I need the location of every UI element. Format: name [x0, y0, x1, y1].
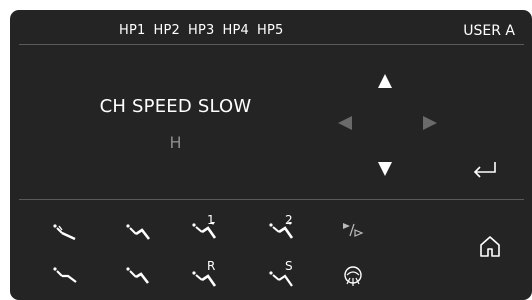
play-pause-button[interactable]: [341, 220, 365, 240]
mode-title: CH SPEED SLOW: [99, 96, 252, 117]
scaler-icon: [53, 267, 77, 283]
handpiece-button[interactable]: [125, 266, 153, 286]
curing-light-button[interactable]: [342, 266, 364, 288]
handpiece-icon: [126, 267, 150, 284]
home-icon: [480, 236, 500, 257]
micromotor-1-button[interactable]: 1: [191, 213, 219, 242]
tab-hp3[interactable]: HP3: [188, 23, 215, 38]
triangle-down-icon: [378, 162, 392, 176]
enter-button[interactable]: [472, 161, 498, 183]
mode-subtitle: H: [169, 133, 182, 152]
play-pause-icon: [343, 223, 364, 237]
triangle-left-icon: [338, 116, 352, 130]
turbine-button[interactable]: [125, 223, 153, 243]
micromotor-label: S: [285, 259, 293, 273]
tab-hp4[interactable]: HP4: [223, 23, 250, 38]
control-panel: HP1 HP2 HP3 HP4 HP5 USER A CH SPEED SLOW…: [10, 10, 532, 300]
micromotor-r-button[interactable]: R: [191, 259, 219, 290]
user-selector[interactable]: USER A: [463, 23, 515, 39]
arrow-up-button[interactable]: [377, 73, 393, 89]
triangle-up-icon: [378, 74, 392, 88]
middle-divider: [19, 199, 524, 200]
arrow-right-button[interactable]: [422, 115, 438, 131]
micromotor-2-button[interactable]: 2: [268, 213, 296, 242]
enter-return-icon: [473, 162, 496, 178]
micromotor-label: 1: [207, 213, 215, 227]
tab-hp2[interactable]: HP2: [154, 23, 181, 38]
triangle-right-icon: [423, 116, 437, 130]
syringe-icon: [53, 224, 76, 241]
micromotor-label: 2: [285, 213, 293, 227]
arrow-down-button[interactable]: [377, 161, 393, 177]
home-button[interactable]: [478, 234, 502, 262]
micromotor-s-button[interactable]: S: [268, 259, 296, 290]
micromotor-label: R: [207, 259, 216, 273]
scaler-button[interactable]: [52, 266, 80, 286]
handpiece-tabs: HP1 HP2 HP3 HP4 HP5: [119, 23, 284, 38]
curing-light-icon: [344, 266, 362, 286]
tab-hp1[interactable]: HP1: [119, 23, 146, 38]
micromotor-icon: [192, 222, 217, 239]
tab-hp5[interactable]: HP5: [257, 23, 284, 38]
turbine-icon: [126, 224, 151, 240]
syringe-button[interactable]: [52, 223, 80, 243]
top-divider: [19, 44, 524, 45]
arrow-left-button[interactable]: [337, 115, 353, 131]
